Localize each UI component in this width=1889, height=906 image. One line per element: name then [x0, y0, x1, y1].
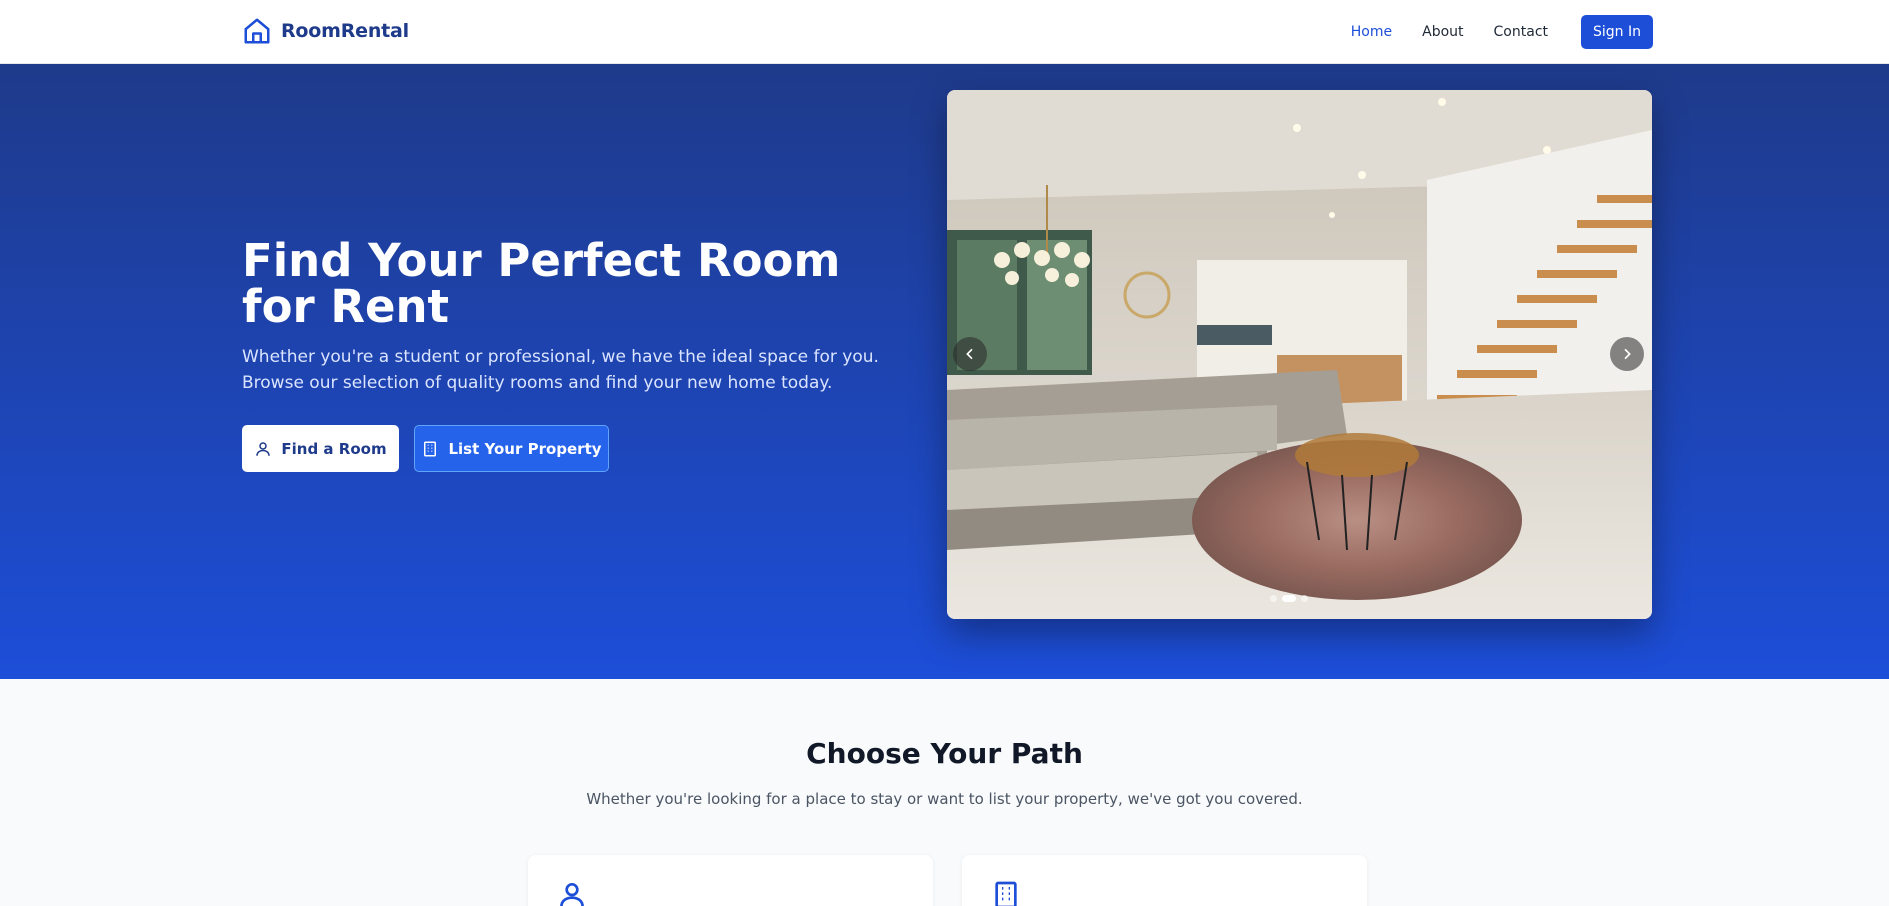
- building-icon: [424, 441, 437, 456]
- hero-section: Find Your Perfect Room for Rent Whether …: [0, 64, 1889, 679]
- top-navbar: RoomRental Home About Contact Sign In: [0, 0, 1889, 64]
- nav-contact-link[interactable]: Contact: [1494, 24, 1548, 40]
- image-carousel[interactable]: [947, 90, 1652, 619]
- carousel-indicators: [1270, 595, 1308, 602]
- carousel-dot[interactable]: [1301, 595, 1308, 602]
- list-property-button[interactable]: List Your Property: [414, 425, 609, 472]
- brand-logo[interactable]: RoomRental: [242, 15, 409, 47]
- carousel-dot[interactable]: [1270, 595, 1277, 602]
- main-nav: Home About Contact Sign In: [1351, 15, 1653, 49]
- sign-in-button[interactable]: Sign In: [1581, 15, 1653, 49]
- brand-name: RoomRental: [281, 20, 409, 42]
- carousel-next-button[interactable]: [1610, 337, 1644, 371]
- user-icon: [560, 883, 584, 906]
- user-icon: [256, 441, 271, 456]
- chevron-left-icon: [966, 348, 973, 360]
- hero-title: Find Your Perfect Room for Rent: [242, 234, 841, 333]
- renter-card[interactable]: [528, 855, 933, 906]
- list-property-label: List Your Property: [448, 439, 602, 458]
- nav-about-link[interactable]: About: [1422, 24, 1463, 40]
- carousel-dot-active[interactable]: [1282, 595, 1296, 602]
- living-room-photo: [947, 90, 1652, 619]
- building-icon: [995, 881, 1017, 906]
- carousel-prev-button[interactable]: [953, 337, 987, 371]
- find-room-button[interactable]: Find a Room: [242, 425, 399, 472]
- owner-card[interactable]: [962, 855, 1367, 906]
- nav-home-link[interactable]: Home: [1351, 24, 1392, 40]
- hero-subtitle: Whether you're a student or professional…: [242, 347, 879, 393]
- find-room-label: Find a Room: [281, 439, 387, 458]
- house-icon: [244, 18, 270, 44]
- section-title: Choose Your Path: [806, 737, 1083, 770]
- chevron-right-icon: [1624, 348, 1631, 360]
- section-subtitle: Whether you're looking for a place to st…: [586, 790, 1303, 808]
